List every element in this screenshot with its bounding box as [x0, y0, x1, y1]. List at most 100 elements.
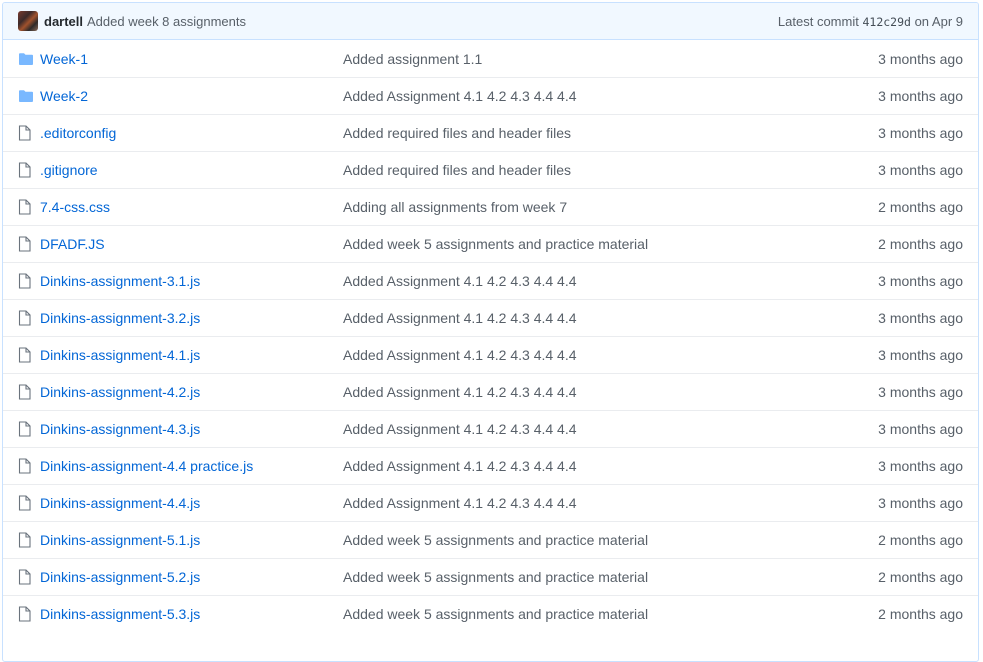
- file-name-cell: 7.4-css.css: [40, 199, 343, 215]
- commit-age: 3 months ago: [878, 50, 963, 67]
- folder-icon: [3, 52, 40, 66]
- commit-message-link[interactable]: Added Assignment 4.1 4.2 4.3 4.4 4.4: [343, 273, 803, 289]
- file-icon: [3, 162, 40, 178]
- file-name-link[interactable]: Dinkins-assignment-4.3.js: [40, 421, 200, 437]
- file-row: Dinkins-assignment-5.2.js Added week 5 as…: [3, 558, 978, 595]
- file-name-cell: .editorconfig: [40, 125, 343, 141]
- commit-author-link[interactable]: dartell: [44, 14, 83, 29]
- file-row: DFADF.JS Added week 5 assignments and pra…: [3, 225, 978, 262]
- commit-message-link[interactable]: Added week 5 assignments and practice ma…: [343, 606, 803, 622]
- commit-message-link[interactable]: Adding all assignments from week 7: [343, 199, 803, 215]
- commit-age: 3 months ago: [878, 273, 963, 289]
- latest-commit-label: Latest commit: [777, 13, 859, 29]
- commit-age: 3 months ago: [878, 458, 963, 474]
- file-row: .gitignore Added required files and heade…: [3, 151, 978, 188]
- file-name-link[interactable]: .gitignore: [40, 162, 98, 178]
- commit-date: on Apr 9: [914, 13, 963, 29]
- file-icon: [3, 421, 40, 437]
- commit-age: 3 months ago: [878, 88, 963, 104]
- file-name-cell: Week-2: [40, 88, 343, 104]
- file-row: Dinkins-assignment-5.1.js Added week 5 as…: [3, 521, 978, 558]
- file-icon: [3, 532, 40, 548]
- file-name-cell: Dinkins-assignment-4.2.js: [40, 384, 343, 400]
- commit-age: 2 months ago: [878, 606, 963, 622]
- commit-age: 2 months ago: [878, 199, 963, 215]
- file-name-cell: Dinkins-assignment-4.4.js: [40, 495, 343, 511]
- file-icon: [3, 125, 40, 141]
- file-name-cell: Dinkins-assignment-5.1.js: [40, 532, 343, 548]
- file-name-link[interactable]: DFADF.JS: [40, 236, 105, 252]
- latest-commit-info: Latest commit 412c29d on Apr 9: [778, 14, 963, 29]
- commit-age: 3 months ago: [878, 125, 963, 141]
- file-icon: [3, 606, 40, 622]
- commit-age: 3 months ago: [878, 495, 963, 511]
- commit-message-link[interactable]: Added week 5 assignments and practice ma…: [343, 532, 803, 548]
- commit-sha-link[interactable]: 412c29d: [862, 15, 910, 29]
- commit-age: 2 months ago: [878, 236, 963, 252]
- file-name-link[interactable]: Dinkins-assignment-4.4 practice.js: [40, 458, 253, 474]
- file-name-link[interactable]: Week-2: [40, 88, 88, 104]
- commit-message-link[interactable]: Added required files and header files: [343, 125, 803, 141]
- commit-message-link[interactable]: Added Assignment 4.1 4.2 4.3 4.4 4.4: [343, 458, 803, 474]
- file-name-link[interactable]: Dinkins-assignment-3.2.js: [40, 310, 200, 326]
- file-icon: [3, 273, 40, 289]
- file-row: Week-1 Added assignment 1.1 3 months ago: [3, 40, 978, 77]
- commit-message-link[interactable]: Added Assignment 4.1 4.2 4.3 4.4 4.4: [343, 88, 803, 104]
- file-icon: [3, 569, 40, 585]
- commit-message-link[interactable]: Added week 5 assignments and practice ma…: [343, 569, 803, 585]
- file-row: Dinkins-assignment-4.1.js Added Assignmen…: [3, 336, 978, 373]
- commit-age: 3 months ago: [878, 310, 963, 326]
- file-icon: [3, 347, 40, 363]
- file-list: Week-1 Added assignment 1.1 3 months ago We…: [3, 40, 978, 632]
- file-row: 7.4-css.css Adding all assignments from w…: [3, 188, 978, 225]
- file-name-cell: DFADF.JS: [40, 236, 343, 252]
- commit-age: 3 months ago: [878, 162, 963, 178]
- commit-age: 3 months ago: [878, 384, 963, 400]
- file-name-cell: Dinkins-assignment-4.3.js: [40, 421, 343, 437]
- file-name-link[interactable]: Week-1: [40, 51, 88, 67]
- file-icon: [3, 236, 40, 252]
- folder-icon: [3, 89, 40, 103]
- file-name-link[interactable]: Dinkins-assignment-5.1.js: [40, 532, 200, 548]
- file-name-cell: Dinkins-assignment-3.2.js: [40, 310, 343, 326]
- file-name-link[interactable]: Dinkins-assignment-5.3.js: [40, 606, 200, 622]
- file-row: Dinkins-assignment-4.4 practice.js Added …: [3, 447, 978, 484]
- file-row: Dinkins-assignment-4.2.js Added Assignmen…: [3, 373, 978, 410]
- file-name-link[interactable]: Dinkins-assignment-4.2.js: [40, 384, 200, 400]
- file-name-link[interactable]: Dinkins-assignment-4.4.js: [40, 495, 200, 511]
- commit-message-link[interactable]: Added assignment 1.1: [343, 51, 803, 67]
- commit-message-link[interactable]: Added Assignment 4.1 4.2 4.3 4.4 4.4: [343, 310, 803, 326]
- author-avatar[interactable]: [18, 11, 38, 31]
- file-row: Dinkins-assignment-5.3.js Added week 5 as…: [3, 595, 978, 632]
- file-name-link[interactable]: .editorconfig: [40, 125, 116, 141]
- commit-age: 2 months ago: [878, 532, 963, 548]
- file-name-cell: Dinkins-assignment-5.3.js: [40, 606, 343, 622]
- file-row: Dinkins-assignment-3.2.js Added Assignmen…: [3, 299, 978, 336]
- commit-message-link[interactable]: Added week 5 assignments and practice ma…: [343, 236, 803, 252]
- file-name-link[interactable]: Dinkins-assignment-4.1.js: [40, 347, 200, 363]
- commit-message-link[interactable]: Added week 8 assignments: [87, 14, 246, 29]
- file-name-cell: Dinkins-assignment-5.2.js: [40, 569, 343, 585]
- file-browser: dartell Added week 8 assignments Latest …: [2, 2, 979, 662]
- file-row: Week-2 Added Assignment 4.1 4.2 4.3 4.4 4…: [3, 77, 978, 114]
- file-name-link[interactable]: Dinkins-assignment-5.2.js: [40, 569, 200, 585]
- commit-age: 2 months ago: [878, 569, 963, 585]
- commit-message-link[interactable]: Added Assignment 4.1 4.2 4.3 4.4 4.4: [343, 421, 803, 437]
- commit-message-link[interactable]: Added required files and header files: [343, 162, 803, 178]
- file-icon: [3, 495, 40, 511]
- file-row: Dinkins-assignment-3.1.js Added Assignmen…: [3, 262, 978, 299]
- commit-message-link[interactable]: Added Assignment 4.1 4.2 4.3 4.4 4.4: [343, 347, 803, 363]
- commit-message-link[interactable]: Added Assignment 4.1 4.2 4.3 4.4 4.4: [343, 384, 803, 400]
- file-icon: [3, 384, 40, 400]
- file-row: Dinkins-assignment-4.3.js Added Assignmen…: [3, 410, 978, 447]
- file-name-cell: Dinkins-assignment-4.4 practice.js: [40, 458, 343, 474]
- file-name-link[interactable]: 7.4-css.css: [40, 199, 110, 215]
- file-name-cell: Week-1: [40, 51, 343, 67]
- commit-age: 3 months ago: [878, 421, 963, 437]
- file-name-cell: .gitignore: [40, 162, 343, 178]
- file-row: Dinkins-assignment-4.4.js Added Assignmen…: [3, 484, 978, 521]
- commit-message-link[interactable]: Added Assignment 4.1 4.2 4.3 4.4 4.4: [343, 495, 803, 511]
- file-name-link[interactable]: Dinkins-assignment-3.1.js: [40, 273, 200, 289]
- file-name-cell: Dinkins-assignment-3.1.js: [40, 273, 343, 289]
- file-icon: [3, 458, 40, 474]
